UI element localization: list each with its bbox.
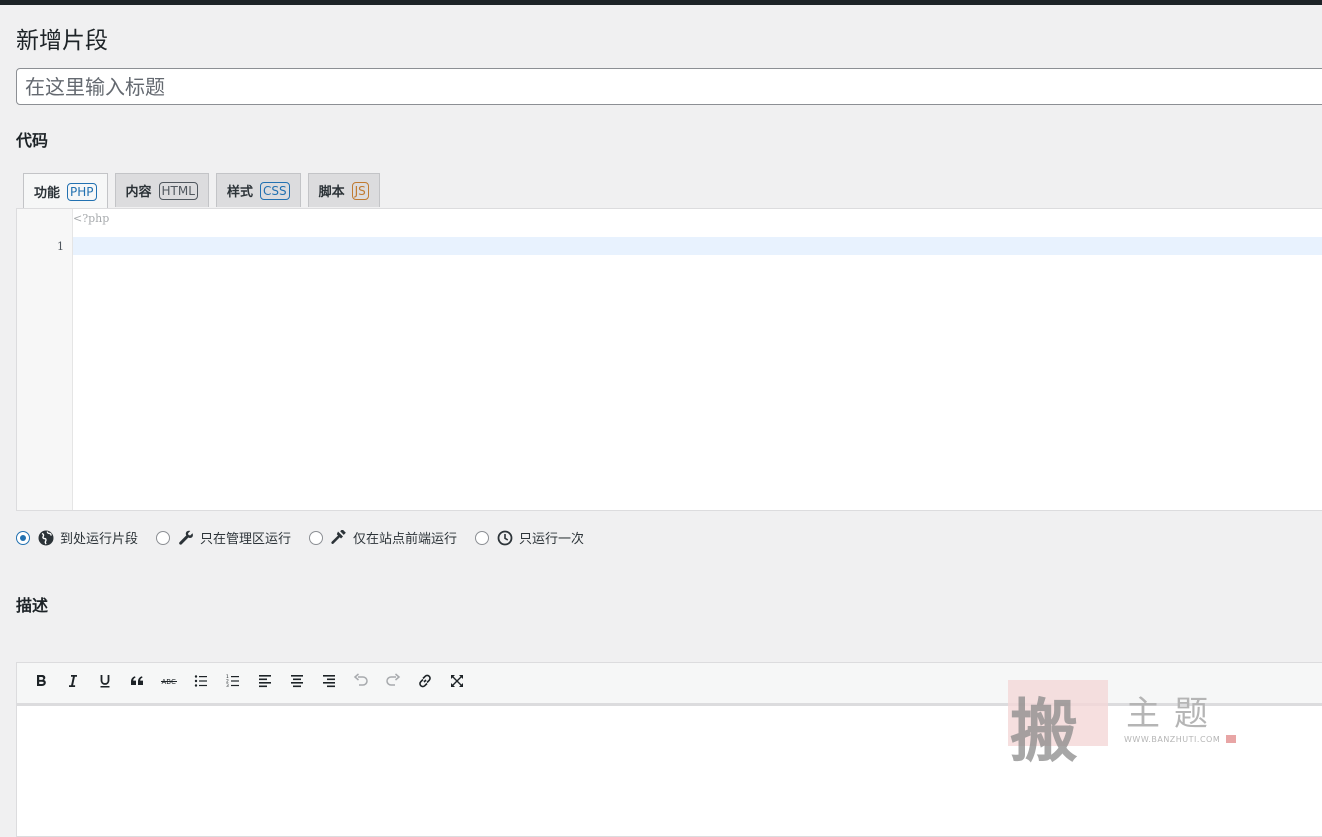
scope-label: 只运行一次 (519, 532, 585, 547)
watermark-logo: 搬 主题 WWW.BANZHUTI.COM (1008, 680, 1240, 772)
italic-button[interactable] (57, 669, 89, 697)
align-right-button[interactable] (313, 669, 345, 697)
tab-label: 内容 (125, 185, 152, 200)
description-section-label: 描述 (16, 596, 49, 615)
tab-content-html[interactable]: 内容 HTML (114, 173, 209, 207)
scope-option-once[interactable]: 只运行一次 (475, 528, 584, 547)
line-number-gutter (17, 209, 73, 510)
scope-radio-admin[interactable] (156, 530, 171, 545)
align-center-button[interactable] (281, 669, 313, 697)
html-badge: HTML (158, 181, 198, 200)
js-badge: JS (351, 181, 369, 200)
align-left-button[interactable] (249, 669, 281, 697)
scope-label: 仅在站点前端运行 (353, 532, 458, 547)
underline-button[interactable] (89, 669, 121, 697)
watermark-url: WWW.BANZHUTI.COM (1124, 735, 1221, 744)
undo-icon (352, 672, 370, 694)
clock-icon (497, 530, 513, 546)
tab-functions-php[interactable]: 功能 PHP (23, 173, 108, 209)
watermark-seal-char: 搬 (1010, 692, 1079, 772)
admin-top-bar (0, 0, 1322, 5)
blockquote-icon (128, 672, 146, 694)
active-line-highlight (73, 237, 1322, 255)
strikethrough-icon: ABC (160, 672, 178, 694)
numbered-list-button[interactable]: 123 (217, 669, 249, 697)
scope-radio-global[interactable] (16, 530, 30, 545)
snippet-title-input[interactable] (16, 68, 1322, 105)
underline-icon (96, 672, 114, 694)
strikethrough-button[interactable]: ABC (153, 669, 185, 697)
scope-option-global[interactable]: 到处运行片段 (16, 528, 138, 547)
page-title: 新增片段 (16, 28, 108, 54)
fullscreen-icon (448, 672, 466, 694)
bold-icon (32, 672, 50, 694)
css-badge: CSS (259, 181, 290, 200)
tab-styles-css[interactable]: 样式 CSS (215, 173, 301, 207)
bullet-list-icon (192, 672, 210, 694)
scope-radio-once[interactable] (475, 530, 490, 545)
tab-label: 功能 (34, 186, 61, 201)
run-scope-options: 到处运行片段 只在管理区运行 仅在站点前端运行 只运行一次 (16, 528, 602, 547)
globe-icon (38, 530, 54, 546)
scope-label: 只在管理区运行 (200, 532, 292, 547)
redo-button[interactable] (377, 669, 409, 697)
numbered-list-icon: 123 (224, 672, 242, 694)
line-number: 1 (57, 240, 64, 253)
code-section-label: 代码 (16, 131, 49, 150)
svg-text:3: 3 (226, 683, 229, 689)
bold-button[interactable] (25, 669, 57, 697)
align-right-icon (320, 672, 338, 694)
align-left-icon (256, 672, 274, 694)
link-icon (416, 672, 434, 694)
italic-icon (64, 672, 82, 694)
scope-option-frontend[interactable]: 仅在站点前端运行 (309, 528, 457, 547)
scope-label: 到处运行片段 (60, 532, 139, 547)
hammer-icon (331, 529, 347, 546)
redo-icon (384, 672, 402, 694)
tab-label: 样式 (226, 185, 253, 200)
scope-option-admin[interactable]: 只在管理区运行 (156, 528, 291, 547)
tab-scripts-js[interactable]: 脚本 JS (307, 173, 380, 207)
watermark-dot (1226, 735, 1236, 743)
undo-button[interactable] (345, 669, 377, 697)
php-badge: PHP (67, 182, 97, 201)
wrench-icon (178, 530, 194, 546)
scope-radio-frontend[interactable] (309, 530, 324, 545)
code-type-tabs: 功能 PHP 内容 HTML 样式 CSS 脚本 JS (23, 173, 387, 209)
code-editor[interactable]: <?php 1 (16, 208, 1322, 511)
tab-label: 脚本 (318, 185, 345, 200)
align-center-icon (288, 672, 306, 694)
blockquote-button[interactable] (121, 669, 153, 697)
watermark-text: 主题 (1126, 694, 1222, 734)
bullet-list-button[interactable] (185, 669, 217, 697)
php-open-tag: <?php (73, 212, 110, 225)
fullscreen-button[interactable] (441, 669, 473, 697)
insert-link-button[interactable] (409, 669, 441, 697)
